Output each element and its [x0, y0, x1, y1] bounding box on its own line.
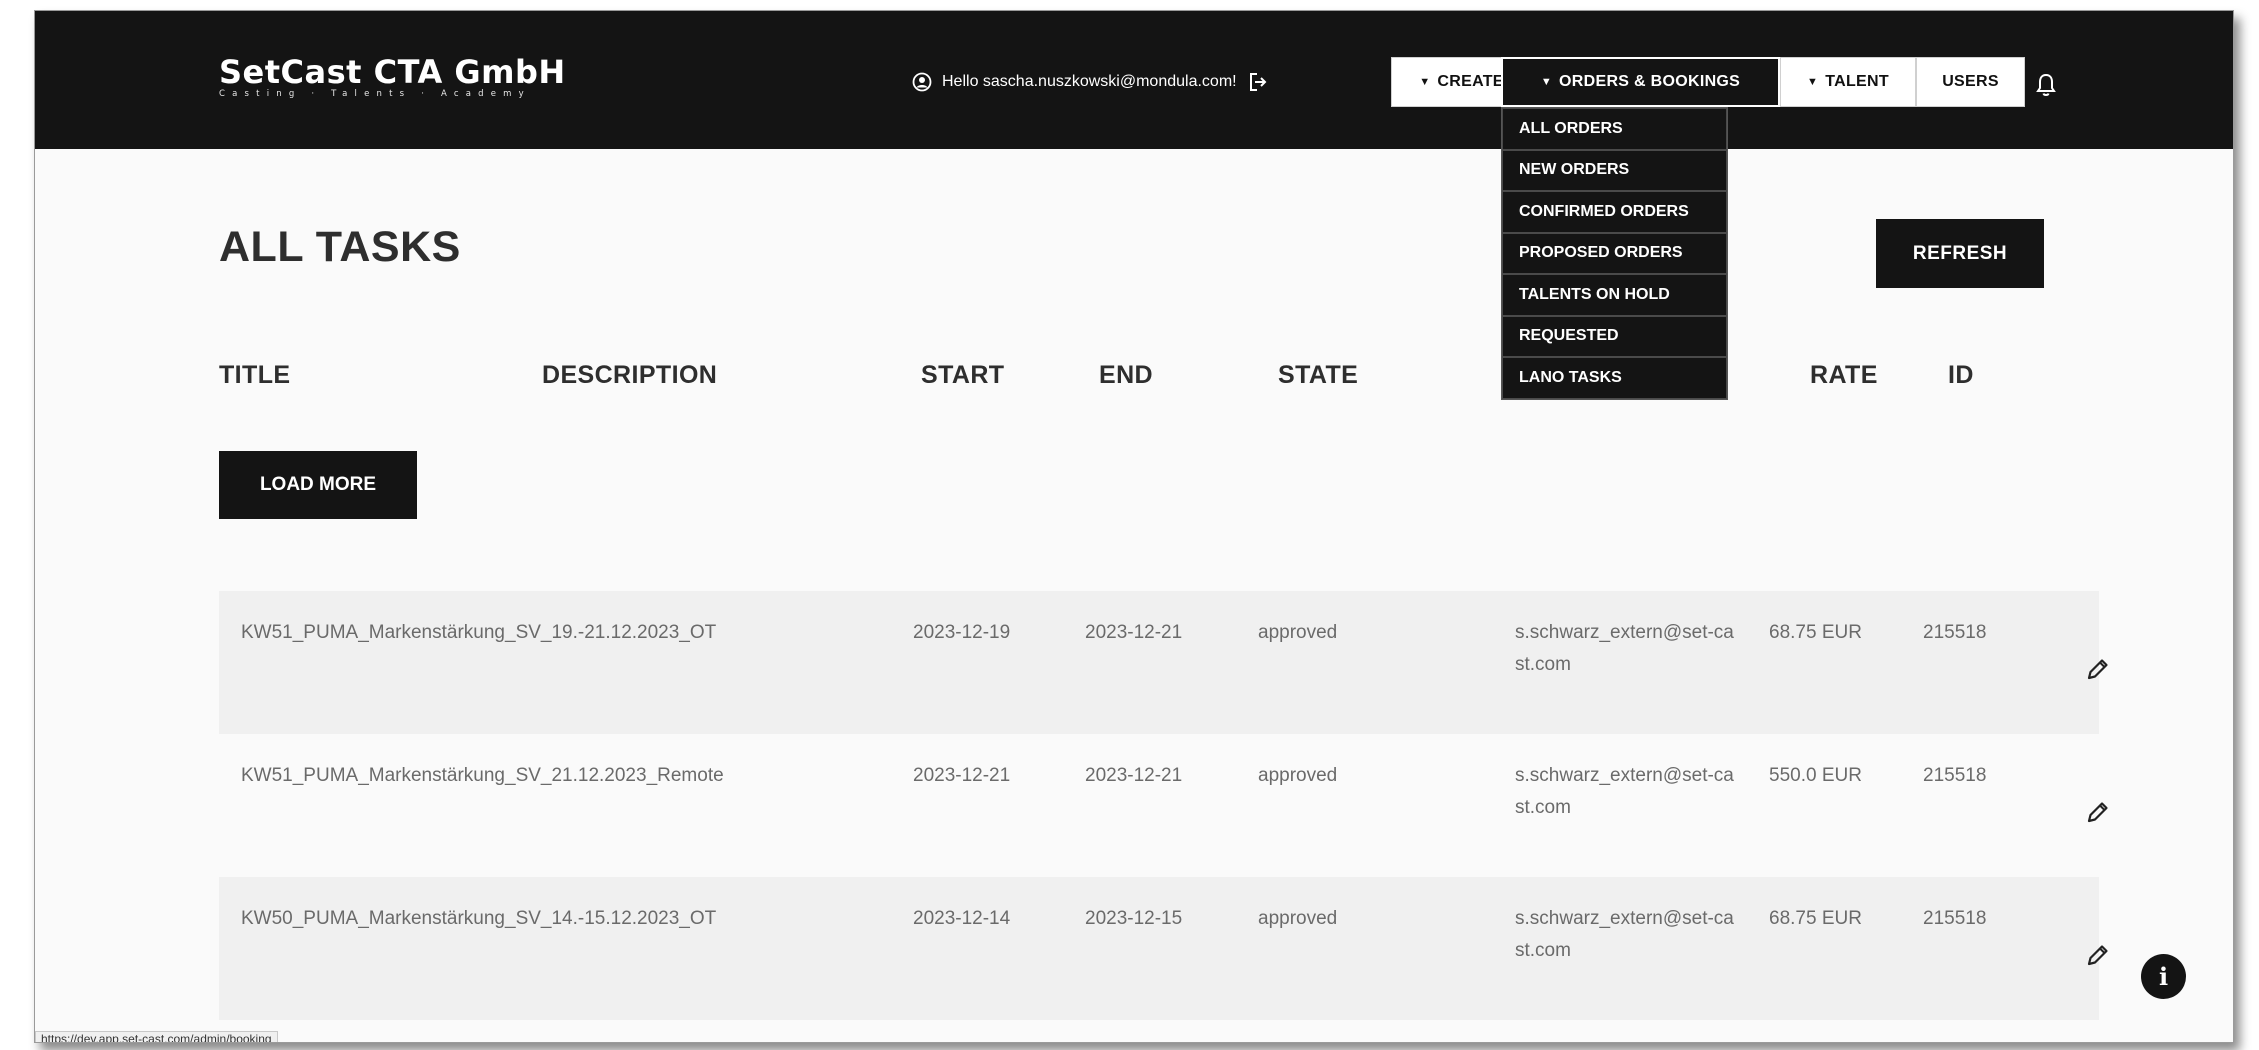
row-rate: 68.75 EUR [1769, 622, 1862, 643]
row-id: 215518 [1923, 765, 1987, 786]
pencil-icon[interactable] [2083, 942, 2111, 970]
orders-bookings-dropdown: ALL ORDERS NEW ORDERS CONFIRMED ORDERS P… [1501, 107, 1728, 400]
user-circle-icon [912, 72, 932, 92]
dropdown-item-requested[interactable]: REQUESTED [1502, 315, 1727, 357]
browser-window: SetCast CTA GmbH Casting · Talents · Aca… [34, 10, 2234, 1043]
row-end: 2023-12-21 [1085, 765, 1183, 786]
logout-icon[interactable] [1247, 71, 1269, 93]
column-header-id: ID [1948, 361, 1974, 389]
bell-icon[interactable] [2035, 72, 2057, 98]
row-rate: 68.75 EUR [1769, 908, 1862, 929]
pencil-icon[interactable] [2083, 799, 2111, 827]
brand-name: SetCast CTA GmbH [219, 53, 566, 91]
user-greeting: Hello sascha.nuszkowski@mondula.com! [912, 71, 1269, 93]
brand-tagline: Casting · Talents · Academy [219, 89, 531, 99]
caret-down-icon: ▼ [1419, 76, 1431, 88]
row-rate: 550.0 EUR [1769, 765, 1862, 786]
info-icon[interactable]: i [2141, 954, 2186, 999]
row-end: 2023-12-15 [1085, 908, 1183, 929]
dropdown-item-new-orders[interactable]: NEW ORDERS [1502, 149, 1727, 191]
row-email: s.schwarz_extern@set-cast.com [1515, 908, 1734, 961]
row-start: 2023-12-21 [913, 765, 1011, 786]
table-row[interactable]: KW51_PUMA_Markenstärkung_SV_21.12.2023_R… [219, 734, 2099, 877]
row-start: 2023-12-14 [913, 908, 1011, 929]
row-id: 215518 [1923, 622, 1987, 643]
pencil-icon[interactable] [2083, 656, 2111, 684]
nav-orders-bookings-button[interactable]: ▼ ORDERS & BOOKINGS [1501, 57, 1780, 107]
dropdown-item-lano-tasks[interactable]: LANO TASKS [1502, 357, 1727, 399]
row-email: s.schwarz_extern@set-cast.com [1515, 622, 1734, 675]
row-state: approved [1258, 765, 1338, 786]
caret-down-icon: ▼ [1807, 76, 1819, 88]
caret-down-icon: ▼ [1540, 76, 1553, 88]
refresh-button[interactable]: REFRESH [1876, 219, 2044, 288]
nav-users-button[interactable]: USERS [1916, 57, 2025, 107]
column-header-end: END [1099, 361, 1153, 389]
column-header-state: STATE [1278, 361, 1359, 389]
top-navbar: SetCast CTA GmbH Casting · Talents · Aca… [35, 11, 2233, 149]
dropdown-item-all-orders[interactable]: ALL ORDERS [1502, 108, 1727, 150]
table-row[interactable]: KW51_PUMA_Markenstärkung_SV_19.-21.12.20… [219, 591, 2099, 734]
nav-talent-label: TALENT [1825, 73, 1889, 90]
status-bar-url: https://dev.app.set-cast.com/admin/booki… [35, 1031, 278, 1042]
row-id: 215518 [1923, 908, 1987, 929]
row-state: approved [1258, 622, 1338, 643]
column-header-title: TITLE [219, 361, 291, 389]
row-email: s.schwarz_extern@set-cast.com [1515, 765, 1734, 818]
greeting-text: Hello sascha.nuszkowski@mondula.com! [942, 73, 1237, 90]
column-header-rate: RATE [1810, 361, 1878, 389]
row-title: KW51_PUMA_Markenstärkung_SV_21.12.2023_R… [241, 765, 724, 786]
nav-users-label: USERS [1942, 73, 1999, 90]
dropdown-item-confirmed-orders[interactable]: CONFIRMED ORDERS [1502, 191, 1727, 233]
row-start: 2023-12-19 [913, 622, 1011, 643]
dropdown-item-talents-on-hold[interactable]: TALENTS ON HOLD [1502, 274, 1727, 316]
nav-talent-button[interactable]: ▼ TALENT [1780, 57, 1916, 107]
load-more-button[interactable]: LOAD MORE [219, 451, 417, 519]
table-row[interactable]: KW50_PUMA_Markenstärkung_SV_14.-15.12.20… [219, 877, 2099, 1020]
nav-create-label: CREATE [1437, 73, 1504, 90]
row-title: KW50_PUMA_Markenstärkung_SV_14.-15.12.20… [241, 908, 717, 929]
row-end: 2023-12-21 [1085, 622, 1183, 643]
brand-logo[interactable]: SetCast CTA GmbH Casting · Talents · Aca… [219, 55, 566, 99]
page-title: ALL TASKS [219, 223, 461, 271]
dropdown-item-proposed-orders[interactable]: PROPOSED ORDERS [1502, 232, 1727, 274]
column-header-description: DESCRIPTION [542, 361, 718, 389]
nav-orders-bookings-label: ORDERS & BOOKINGS [1559, 73, 1741, 90]
row-state: approved [1258, 908, 1338, 929]
column-header-start: START [921, 361, 1005, 389]
row-title: KW51_PUMA_Markenstärkung_SV_19.-21.12.20… [241, 622, 717, 643]
